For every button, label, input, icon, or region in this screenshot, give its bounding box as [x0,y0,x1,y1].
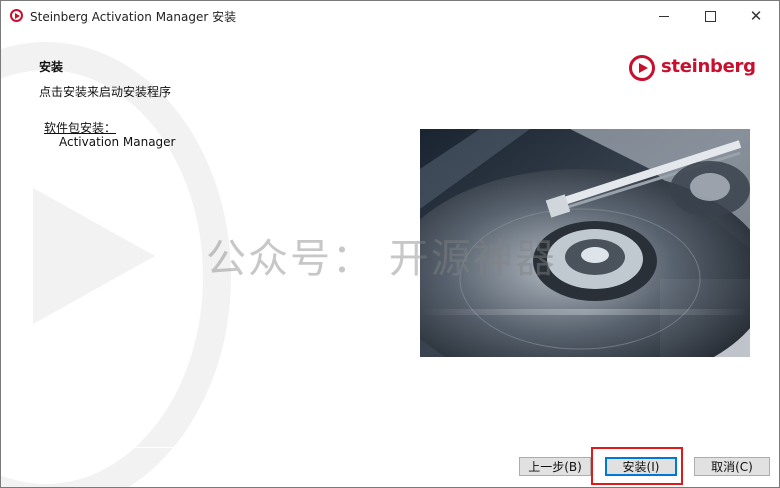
page-subtitle: 点击安装来启动安装程序 [39,85,172,99]
steinberg-play-icon [10,9,23,22]
package-item: Activation Manager [59,135,176,149]
steinberg-logo-text: steinberg [661,56,756,77]
maximize-button[interactable] [687,1,733,32]
install-button-highlight [591,447,683,485]
minimize-button[interactable] [641,1,687,32]
installer-window: Steinberg Activation Manager 安装 ✕ 安装 点击安… [0,0,780,488]
close-button[interactable]: ✕ [733,1,779,32]
page-heading: 安装 [39,60,64,74]
maximize-icon [704,11,716,22]
overlay-watermark-text: 公众号： 开源神器 [206,236,557,282]
minimize-icon [659,16,669,17]
background-play-triangle [33,188,155,324]
title-bar[interactable]: Steinberg Activation Manager 安装 ✕ [1,1,779,32]
window-title: Steinberg Activation Manager 安装 [30,10,237,24]
package-list-label: 软件包安装： [44,121,117,135]
back-button[interactable]: 上一步(B) [519,457,591,476]
installer-body: 安装 点击安装来启动安装程序 软件包安装： Activation Manager… [1,32,779,487]
cancel-button[interactable]: 取消(C) [694,457,770,476]
steinberg-logo-icon [629,55,655,81]
close-icon: ✕ [749,7,763,25]
